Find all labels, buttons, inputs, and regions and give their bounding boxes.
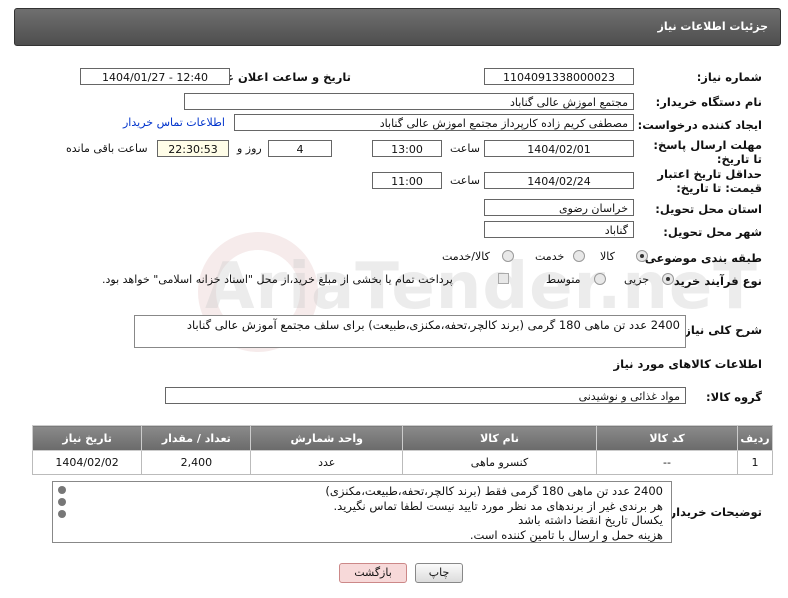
process-option-medium: متوسط [546,273,581,286]
description-box: 2400 عدد تن ماهی 180 گرمی (برند کالچر،تح… [134,315,686,348]
buyer-org-label: نام دستگاه خریدار: [655,95,762,109]
category-radio-goods[interactable] [636,250,648,262]
days-label: روز و [237,142,262,155]
days-field: 4 [268,140,332,157]
price-validity-label: حداقل تاریخ اعتبار قیمت: تا تاریخ: [657,167,762,195]
table-row: 1 -- کنسرو ماهی عدد 2,400 1404/02/02 [31,450,773,475]
category-option-goods-service: کالا/خدمت [442,250,490,263]
goods-table: ردیف کد کالا نام کالا واحد شمارش تعداد /… [31,425,773,475]
remaining-time-field: 22:30:53 [157,140,229,157]
description-label: شرح کلی نیاز: [679,323,762,337]
process-option-minor: جزیی [624,273,650,286]
goods-section-title: اطلاعات کالاهای مورد نیاز [613,357,762,371]
category-option-service: خدمت [535,250,565,263]
need-number-label: شماره نیاز: [696,70,762,84]
process-radio-medium[interactable] [594,273,606,285]
category-radio-goods-service[interactable] [502,250,514,262]
header-bar: جزئیات اطلاعات نیاز [14,8,781,46]
goods-table-header: ردیف کد کالا نام کالا واحد شمارش تعداد /… [31,425,773,451]
category-radio-service[interactable] [573,250,585,262]
buyer-contact-link[interactable]: اطلاعات تماس خریدار [123,116,225,129]
deadline-label: مهلت ارسال پاسخ: تا تاریخ: [653,138,762,166]
cell-need-date: 1404/02/02 [31,450,143,475]
category-label: طبقه بندی موضوعی: [640,251,762,265]
print-button[interactable]: چاپ [415,563,463,583]
cell-quantity: 2,400 [141,450,252,475]
need-number-field: 1104091338000023 [484,68,634,85]
deadline-date-field: 1404/02/01 [484,140,634,157]
col-unit: واحد شمارش [250,425,404,451]
buyer-org-field: مجتمع اموزش عالی گناباد [184,93,634,110]
description-text: 2400 عدد تن ماهی 180 گرمی (برند کالچر،تح… [186,318,680,332]
city-field: گناباد [484,221,634,238]
announce-field: 1404/01/27 - 12:40 [80,68,230,85]
remaining-time-label: ساعت باقی مانده [66,142,148,155]
treasury-checkbox[interactable] [498,273,509,284]
col-item-code: کد کالا [596,425,739,451]
cell-item-name: کنسرو ماهی [402,450,598,475]
price-validity-date-field: 1404/02/24 [484,172,634,189]
city-label: شهر محل تحویل: [663,225,762,239]
col-quantity: تعداد / مقدار [141,425,252,451]
buyer-notes-line: هر برندی غیر از برندهای مد نظر مورد تایی… [333,498,664,513]
goods-group-field: مواد غذائی و نوشیدنی [165,387,686,404]
creator-label: ایجاد کننده درخواست: [637,118,762,132]
deadline-time-label: ساعت [450,142,480,155]
back-button[interactable]: بازگشت [339,563,407,583]
buyer-notes-line: هزینه حمل و ارسال با تامین کننده است. [469,527,663,542]
col-row-number: ردیف [737,425,773,451]
buyer-notes-line: یکسال تاریخ انقضا داشته باشد [518,513,663,527]
page-title: جزئیات اطلاعات نیاز [657,20,769,33]
cell-unit: عدد [250,450,404,475]
col-need-date: تاریخ نیاز [31,425,143,451]
buyer-notes-line: 2400 عدد تن ماهی 180 گرمی فقط (برند کالچ… [325,484,663,498]
price-validity-time-field: 11:00 [372,172,442,189]
province-label: استان محل تحویل: [655,202,762,216]
buyer-notes-box: 2400 عدد تن ماهی 180 گرمی فقط (برند کالچ… [52,481,672,543]
payment-note: پرداخت تمام یا بخشی از مبلغ خرید،از محل … [102,273,453,286]
province-field: خراسان رضوی [484,199,634,216]
category-option-goods: کالا [600,250,615,263]
process-radio-minor[interactable] [662,273,674,285]
buyer-notes-label: توضیحات خریدار: [664,505,762,519]
cell-row-number: 1 [737,450,773,475]
cell-item-code: -- [596,450,739,475]
goods-group-label: گروه کالا: [706,390,762,404]
process-label: نوع فرآیند خرید : [665,274,762,288]
price-validity-time-label: ساعت [450,174,480,187]
creator-field: مصطفی کریم زاده کارپرداز مجتمع اموزش عال… [234,114,634,131]
col-item-name: نام کالا [402,425,598,451]
deadline-time-field: 13:00 [372,140,442,157]
